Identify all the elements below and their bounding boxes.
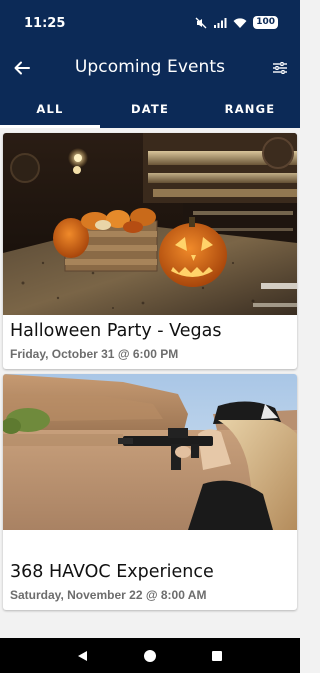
filter-button[interactable] — [268, 56, 292, 80]
tab-date[interactable]: DATE — [100, 90, 200, 128]
event-date: Friday, October 31 @ 6:00 PM — [10, 347, 179, 361]
system-nav-bar — [0, 638, 300, 673]
wifi-icon — [233, 17, 247, 28]
event-title: Halloween Party - Vegas — [10, 321, 222, 341]
tab-all[interactable]: ALL — [0, 90, 100, 128]
event-date: Saturday, November 22 @ 8:00 AM — [10, 588, 207, 602]
arrow-left-icon — [14, 61, 30, 75]
battery-icon: 100 — [253, 16, 278, 29]
event-card-havoc[interactable]: 368 HAVOC Experience Saturday, November … — [3, 374, 297, 610]
page-title: Upcoming Events — [74, 57, 226, 77]
status-bar: 11:25 100 — [0, 0, 300, 48]
event-card-halloween[interactable]: Halloween Party - Vegas Friday, October … — [3, 133, 297, 369]
event-image-halloween — [3, 133, 297, 315]
event-list: Halloween Party - Vegas Friday, October … — [0, 128, 300, 638]
nav-home-button[interactable] — [138, 644, 162, 668]
event-title: 368 HAVOC Experience — [10, 562, 214, 582]
nav-recents-button[interactable] — [205, 644, 229, 668]
status-time: 11:25 — [24, 16, 66, 31]
square-recents-icon — [211, 650, 222, 661]
triangle-back-icon — [78, 650, 88, 661]
sliders-icon — [273, 62, 287, 74]
nav-back-button[interactable] — [71, 644, 95, 668]
app-bar: Upcoming Events — [0, 48, 300, 90]
event-image-havoc — [3, 374, 297, 556]
circle-home-icon — [143, 649, 156, 662]
mute-icon — [195, 17, 207, 28]
back-button[interactable] — [10, 56, 34, 80]
signal-icon — [214, 17, 227, 28]
status-icons: 100 — [195, 16, 278, 29]
tab-range[interactable]: RANGE — [200, 90, 300, 128]
tab-bar: ALL DATE RANGE — [0, 90, 300, 128]
